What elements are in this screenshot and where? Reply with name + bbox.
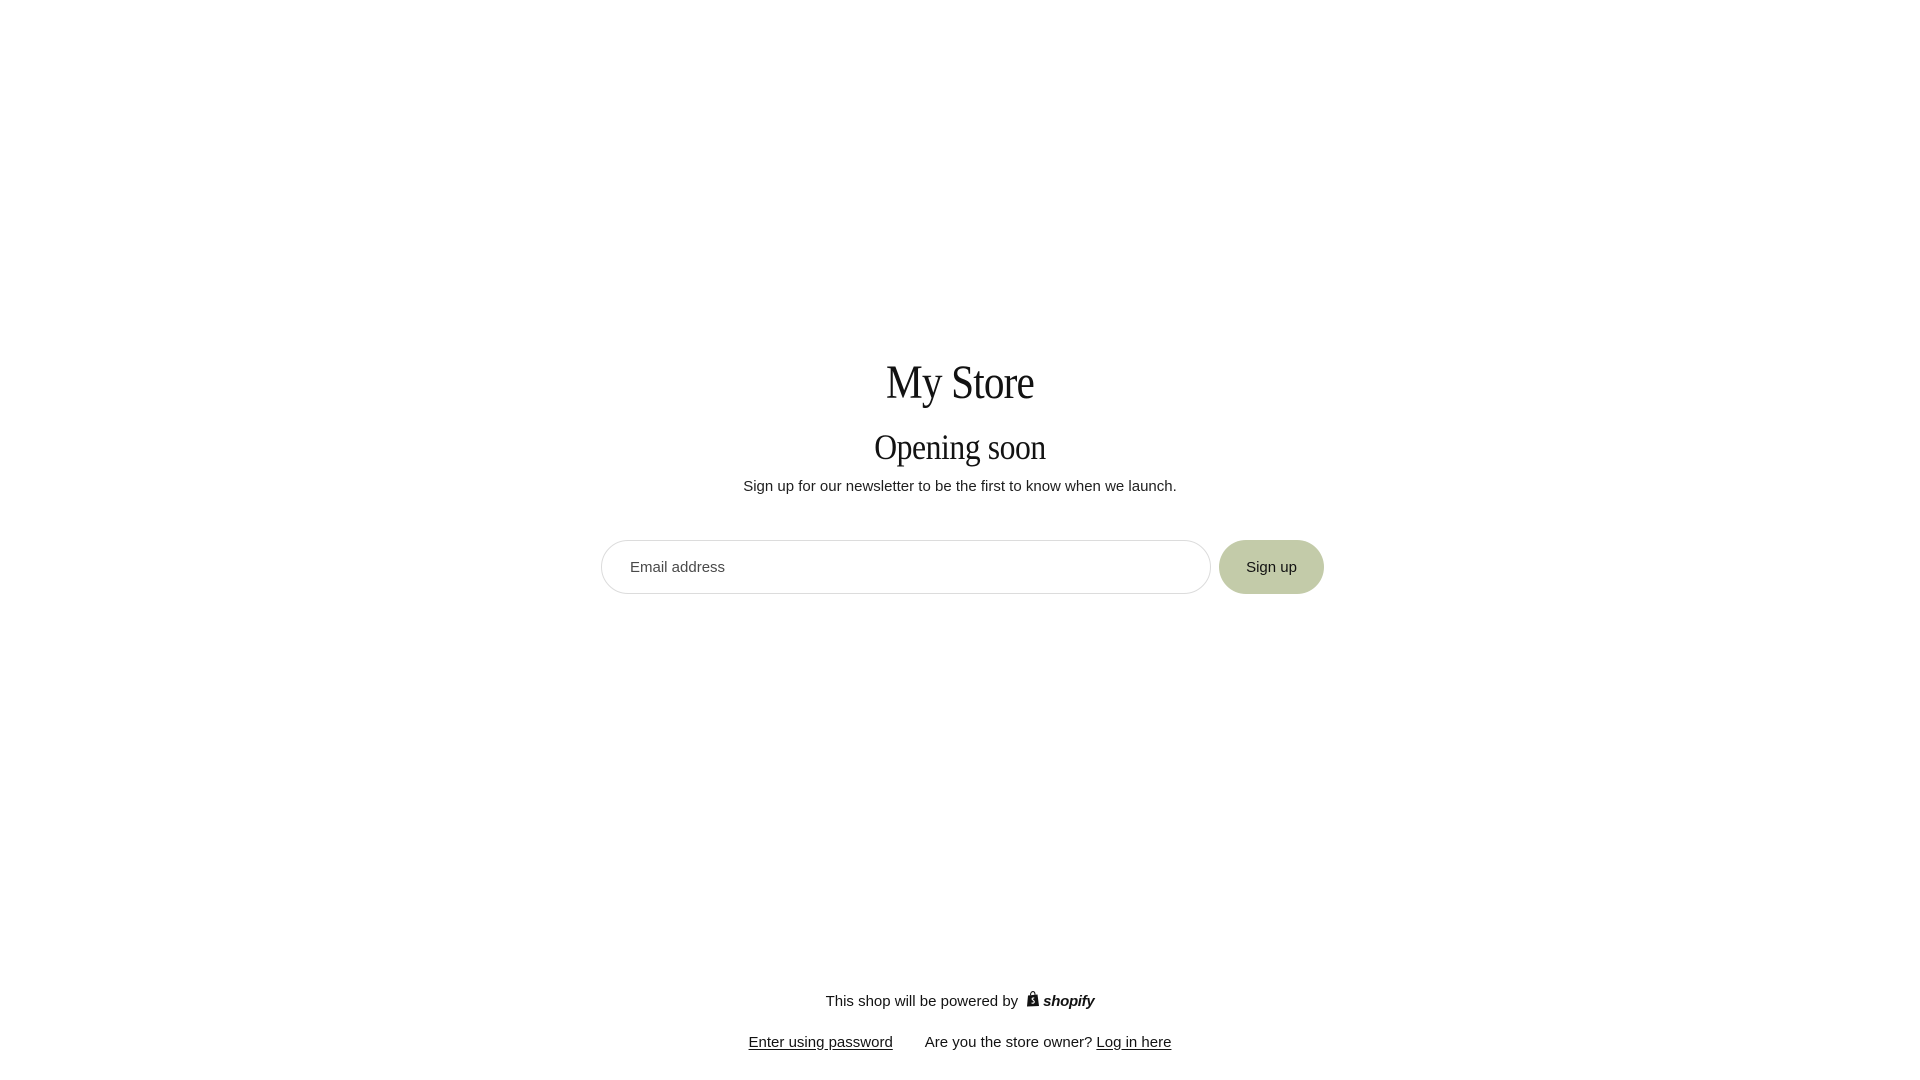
powered-by-row: This shop will be powered by shopify [0, 990, 1920, 1012]
log-in-here-link[interactable]: Log in here [1096, 1034, 1171, 1051]
store-owner-group: Are you the store owner? Log in here [925, 1034, 1172, 1051]
store-owner-question: Are you the store owner? [924, 1033, 1093, 1051]
enter-using-password-link[interactable]: Enter using password [749, 1034, 893, 1051]
password-page: My Store Opening soon Sign up for our ne… [0, 0, 1920, 1080]
shopify-bag-icon [1026, 991, 1040, 1011]
powered-by-text: This shop will be powered by [825, 992, 1019, 1010]
newsletter-form: Sign up [601, 540, 1324, 594]
store-name: My Store [886, 356, 1035, 409]
shopify-logo-link[interactable]: shopify [1026, 991, 1095, 1011]
sign-up-button[interactable]: Sign up [1219, 540, 1324, 594]
footer-links-row: Enter using password Are you the store o… [0, 1031, 1920, 1053]
opening-soon-heading: Opening soon [874, 427, 1046, 467]
shopify-logo-text: shopify [1043, 992, 1095, 1010]
email-input[interactable] [601, 540, 1211, 594]
newsletter-description: Sign up for our newsletter to be the fir… [743, 478, 1177, 495]
